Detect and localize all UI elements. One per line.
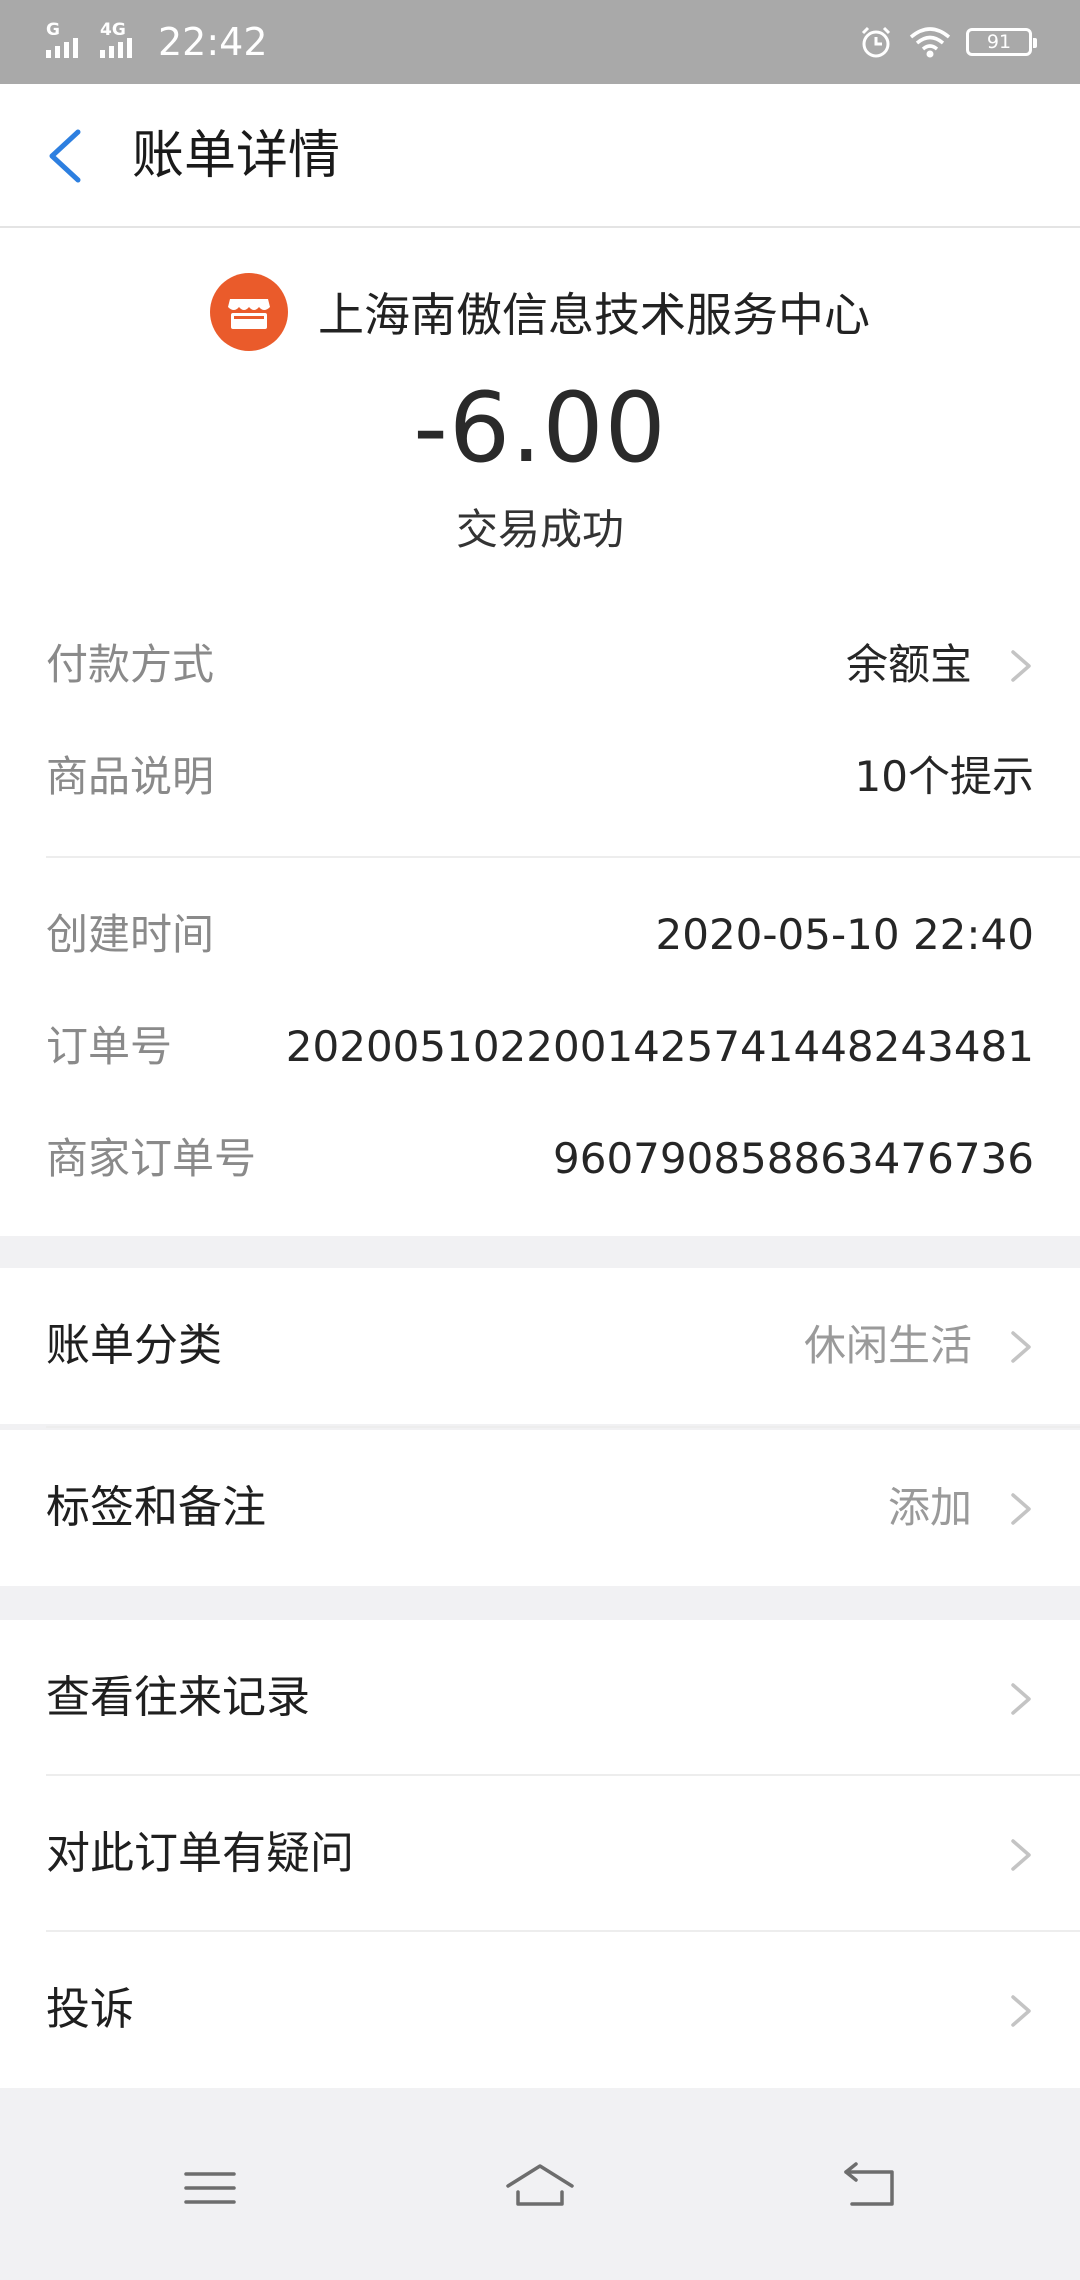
network-type-1: G <box>46 20 60 40</box>
order-question-row[interactable]: 对此订单有疑问 <box>0 1776 1080 1932</box>
store-icon <box>210 273 288 351</box>
battery-icon: 91 <box>966 28 1037 56</box>
amount: -6.00 <box>413 372 667 484</box>
row-label: 商品说明 <box>46 752 215 801</box>
row-label: 投诉 <box>46 1984 134 2035</box>
merchant-name: 上海南傲信息技术服务中心 <box>318 288 870 342</box>
row-value: 960790858863476736 <box>553 1134 1034 1183</box>
chevron-right-icon <box>1011 650 1031 682</box>
wifi-icon <box>909 27 951 58</box>
row-label: 付款方式 <box>46 640 215 689</box>
row-value: 10个提示 <box>854 752 1034 801</box>
row-label: 查看往来记录 <box>46 1672 310 1723</box>
order-number-row: 订单号 2020051022001425741448243481 <box>46 1012 1034 1082</box>
row-value: 余额宝 <box>845 640 972 689</box>
bill-category-row[interactable]: 账单分类 休闲生活 <box>0 1268 1080 1424</box>
complaint-row[interactable]: 投诉 <box>0 1932 1080 2088</box>
chevron-right-icon <box>1011 1839 1031 1871</box>
clock: 22:42 <box>158 20 268 64</box>
chevron-right-icon <box>1011 1493 1031 1525</box>
back-arrow-icon <box>844 2162 894 2206</box>
row-value: 添加 <box>887 1483 972 1532</box>
alarm-icon <box>861 26 891 58</box>
back-nav-button[interactable] <box>830 2148 910 2228</box>
row-label: 商家订单号 <box>46 1134 257 1183</box>
chevron-right-icon <box>1011 1995 1031 2027</box>
back-button[interactable] <box>36 120 100 192</box>
transaction-status: 交易成功 <box>455 505 624 554</box>
status-bar-left: G 4G 22:42 <box>46 0 268 84</box>
chevron-right-icon <box>1011 1331 1031 1363</box>
nav-bar: 账单详情 <box>0 84 1080 228</box>
signal-icon: G <box>46 20 90 62</box>
row-label: 账单分类 <box>46 1320 222 1371</box>
chevron-right-icon <box>1011 1683 1031 1715</box>
row-label: 对此订单有疑问 <box>46 1828 354 1879</box>
row-label: 标签和备注 <box>46 1482 266 1533</box>
row-label: 创建时间 <box>46 910 215 959</box>
divider <box>46 856 1080 858</box>
merchant-info: 上海南傲信息技术服务中心 <box>0 270 1080 354</box>
product-description-row: 商品说明 10个提示 <box>46 742 1034 812</box>
payment-method-row[interactable]: 付款方式 余额宝 <box>46 630 1034 700</box>
row-value: 2020051022001425741448243481 <box>285 1022 1034 1071</box>
network-type-2: 4G <box>100 20 126 40</box>
row-label: 订单号 <box>46 1022 173 1071</box>
menu-icon <box>184 2172 236 2204</box>
menu-button[interactable] <box>170 2148 250 2228</box>
status-bar-right: 91 <box>858 0 1037 84</box>
status-bar: G 4G 22:42 91 <box>0 0 1080 84</box>
view-history-row[interactable]: 查看往来记录 <box>0 1620 1080 1776</box>
row-value: 2020-05-10 22:40 <box>655 910 1034 959</box>
chevron-left-icon <box>49 129 81 183</box>
created-time-row: 创建时间 2020-05-10 22:40 <box>46 900 1034 970</box>
home-button[interactable] <box>500 2148 580 2228</box>
system-nav-bar <box>0 2088 1080 2280</box>
page-title: 账单详情 <box>132 126 341 186</box>
merchant-order-number-row: 商家订单号 960790858863476736 <box>46 1124 1034 1194</box>
signal-icon-2: 4G <box>100 20 144 62</box>
row-value: 休闲生活 <box>803 1321 972 1370</box>
battery-level: 91 <box>986 31 1012 53</box>
divider <box>46 1426 1080 1428</box>
home-icon <box>506 2164 574 2206</box>
tags-notes-row[interactable]: 标签和备注 添加 <box>0 1430 1080 1586</box>
